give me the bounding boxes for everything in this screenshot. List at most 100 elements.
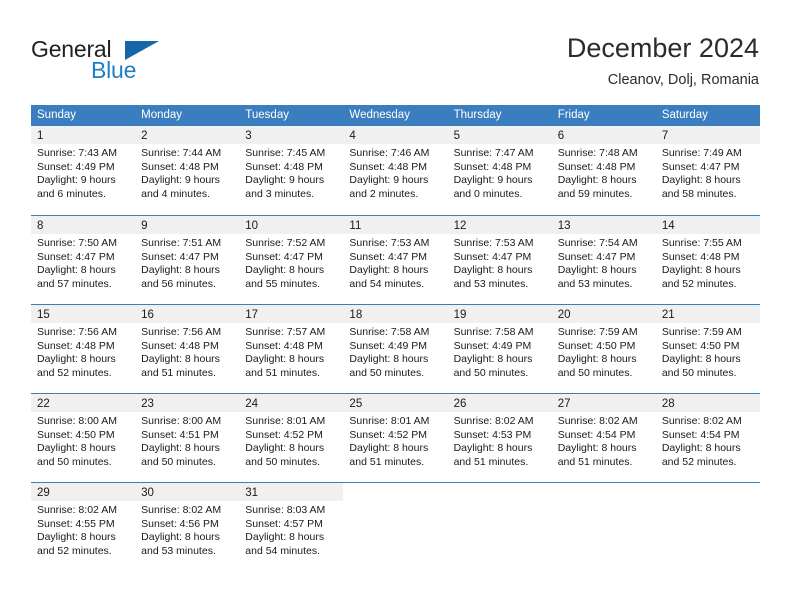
day-number: 8 bbox=[37, 220, 44, 232]
day-cell[interactable]: 9 Sunrise: 7:51 AM Sunset: 4:47 PM Dayli… bbox=[135, 216, 240, 304]
day-cell[interactable]: 30 Sunrise: 8:02 AM Sunset: 4:56 PM Dayl… bbox=[135, 483, 240, 568]
daylight-line2: and 57 minutes. bbox=[37, 277, 112, 290]
day-number-band: 2 bbox=[135, 126, 240, 144]
day-cell[interactable]: 15 Sunrise: 7:56 AM Sunset: 4:48 PM Dayl… bbox=[31, 305, 136, 393]
sunset-text: Sunset: 4:48 PM bbox=[349, 160, 428, 173]
day-cell[interactable]: 22 Sunrise: 8:00 AM Sunset: 4:50 PM Dayl… bbox=[31, 394, 136, 482]
day-number-band: 5 bbox=[447, 126, 552, 144]
day-cell[interactable]: 21 Sunrise: 7:59 AM Sunset: 4:50 PM Dayl… bbox=[655, 305, 760, 393]
day-cell[interactable]: 5 Sunrise: 7:47 AM Sunset: 4:48 PM Dayli… bbox=[447, 126, 552, 215]
day-cell[interactable]: 29 Sunrise: 8:02 AM Sunset: 4:55 PM Dayl… bbox=[31, 483, 136, 568]
day-cell[interactable]: 18 Sunrise: 7:58 AM Sunset: 4:49 PM Dayl… bbox=[343, 305, 448, 393]
day-cell[interactable]: 6 Sunrise: 7:48 AM Sunset: 4:48 PM Dayli… bbox=[551, 126, 656, 215]
day-info: Sunrise: 7:48 AM Sunset: 4:48 PM Dayligh… bbox=[552, 144, 656, 201]
day-number-band bbox=[656, 483, 760, 501]
day-cell[interactable]: 1 Sunrise: 7:43 AM Sunset: 4:49 PM Dayli… bbox=[31, 126, 136, 215]
day-number: 9 bbox=[141, 220, 148, 232]
day-cell[interactable]: 16 Sunrise: 7:56 AM Sunset: 4:48 PM Dayl… bbox=[135, 305, 240, 393]
day-cell[interactable]: 4 Sunrise: 7:46 AM Sunset: 4:48 PM Dayli… bbox=[343, 126, 448, 215]
sunrise-text: Sunrise: 8:02 AM bbox=[661, 415, 742, 427]
day-cell[interactable]: 20 Sunrise: 7:59 AM Sunset: 4:50 PM Dayl… bbox=[551, 305, 656, 393]
day-info: Sunrise: 7:59 AM Sunset: 4:50 PM Dayligh… bbox=[656, 323, 760, 380]
day-cell[interactable]: 2 Sunrise: 7:44 AM Sunset: 4:48 PM Dayli… bbox=[135, 126, 240, 215]
sunrise-text: Sunrise: 7:50 AM bbox=[37, 237, 117, 249]
day-cell[interactable]: 24 Sunrise: 8:01 AM Sunset: 4:52 PM Dayl… bbox=[239, 394, 344, 482]
daylight-line2: and 50 minutes. bbox=[349, 366, 425, 379]
day-cell[interactable]: 11 Sunrise: 7:53 AM Sunset: 4:47 PM Dayl… bbox=[343, 216, 448, 304]
day-number: 1 bbox=[37, 130, 44, 142]
daylight-line2: and 3 minutes. bbox=[245, 187, 315, 200]
daylight-line1: Daylight: 8 hours bbox=[141, 353, 220, 365]
day-info: Sunrise: 8:01 AM Sunset: 4:52 PM Dayligh… bbox=[343, 412, 447, 469]
day-number: 11 bbox=[349, 220, 362, 232]
daylight-line1: Daylight: 8 hours bbox=[557, 353, 637, 365]
sunrise-text: Sunrise: 7:49 AM bbox=[661, 147, 742, 159]
sunset-text: Sunset: 4:52 PM bbox=[349, 428, 428, 441]
sunrise-text: Sunrise: 7:57 AM bbox=[245, 326, 326, 338]
sunset-text: Sunset: 4:49 PM bbox=[453, 339, 532, 352]
daylight-line2: and 50 minutes. bbox=[661, 366, 737, 379]
day-number-band: 27 bbox=[551, 394, 656, 412]
day-number: 19 bbox=[453, 309, 467, 321]
sunrise-text: Sunrise: 7:59 AM bbox=[557, 326, 638, 338]
daylight-line2: and 56 minutes. bbox=[141, 277, 216, 290]
day-cell[interactable]: 19 Sunrise: 7:58 AM Sunset: 4:49 PM Dayl… bbox=[447, 305, 552, 393]
sunset-text: Sunset: 4:50 PM bbox=[661, 339, 740, 352]
daylight-line2: and 58 minutes. bbox=[661, 187, 737, 200]
day-cell[interactable]: 26 Sunrise: 8:02 AM Sunset: 4:53 PM Dayl… bbox=[447, 394, 552, 482]
week-row: 8 Sunrise: 7:50 AM Sunset: 4:47 PM Dayli… bbox=[31, 215, 760, 304]
day-number: 3 bbox=[245, 130, 252, 142]
day-cell-empty bbox=[448, 483, 552, 568]
day-cell[interactable]: 12 Sunrise: 7:53 AM Sunset: 4:47 PM Dayl… bbox=[447, 216, 552, 304]
sunset-text: Sunset: 4:57 PM bbox=[245, 517, 323, 530]
daylight-line1: Daylight: 8 hours bbox=[37, 442, 116, 454]
day-number-band bbox=[448, 483, 552, 501]
day-cell[interactable]: 28 Sunrise: 8:02 AM Sunset: 4:54 PM Dayl… bbox=[655, 394, 760, 482]
day-number: 15 bbox=[37, 309, 50, 321]
day-number-band: 4 bbox=[343, 126, 448, 144]
day-number: 26 bbox=[453, 398, 467, 410]
day-cell[interactable]: 27 Sunrise: 8:02 AM Sunset: 4:54 PM Dayl… bbox=[551, 394, 656, 482]
day-cell-empty bbox=[343, 483, 447, 568]
day-cell[interactable]: 23 Sunrise: 8:00 AM Sunset: 4:51 PM Dayl… bbox=[135, 394, 240, 482]
daylight-line1: Daylight: 8 hours bbox=[453, 264, 533, 276]
daylight-line1: Daylight: 8 hours bbox=[557, 174, 637, 186]
day-number: 12 bbox=[453, 220, 467, 232]
day-cell[interactable]: 31 Sunrise: 8:03 AM Sunset: 4:57 PM Dayl… bbox=[239, 483, 344, 568]
day-cell[interactable]: 25 Sunrise: 8:01 AM Sunset: 4:52 PM Dayl… bbox=[343, 394, 448, 482]
day-number-band: 25 bbox=[343, 394, 448, 412]
sunrise-text: Sunrise: 7:56 AM bbox=[37, 326, 117, 338]
daylight-line1: Daylight: 8 hours bbox=[349, 442, 429, 454]
week-row: 29 Sunrise: 8:02 AM Sunset: 4:55 PM Dayl… bbox=[31, 482, 760, 568]
daylight-line2: and 50 minutes. bbox=[37, 455, 112, 468]
sunset-text: Sunset: 4:47 PM bbox=[349, 250, 428, 263]
general-blue-logo[interactable]: General Blue bbox=[31, 36, 211, 88]
daylight-line1: Daylight: 8 hours bbox=[37, 264, 116, 276]
sunset-text: Sunset: 4:48 PM bbox=[141, 339, 219, 352]
daylight-line2: and 53 minutes. bbox=[453, 277, 529, 290]
sunset-text: Sunset: 4:47 PM bbox=[37, 250, 115, 263]
day-info: Sunrise: 7:54 AM Sunset: 4:47 PM Dayligh… bbox=[552, 234, 656, 291]
day-cell[interactable]: 14 Sunrise: 7:55 AM Sunset: 4:48 PM Dayl… bbox=[655, 216, 760, 304]
day-info: Sunrise: 7:55 AM Sunset: 4:48 PM Dayligh… bbox=[656, 234, 760, 291]
sunrise-text: Sunrise: 8:02 AM bbox=[141, 504, 222, 516]
daylight-line2: and 54 minutes. bbox=[245, 544, 320, 557]
day-info: Sunrise: 7:53 AM Sunset: 4:47 PM Dayligh… bbox=[448, 234, 552, 291]
day-number-band: 21 bbox=[655, 305, 760, 323]
day-cell[interactable]: 7 Sunrise: 7:49 AM Sunset: 4:47 PM Dayli… bbox=[655, 126, 760, 215]
day-number-band: 31 bbox=[239, 483, 344, 501]
day-cell[interactable]: 10 Sunrise: 7:52 AM Sunset: 4:47 PM Dayl… bbox=[239, 216, 344, 304]
daylight-line2: and 50 minutes. bbox=[245, 455, 320, 468]
day-number-band: 22 bbox=[31, 394, 136, 412]
day-number: 2 bbox=[141, 130, 148, 142]
day-number: 25 bbox=[349, 398, 363, 410]
day-cell[interactable]: 3 Sunrise: 7:45 AM Sunset: 4:48 PM Dayli… bbox=[239, 126, 344, 215]
day-cell[interactable]: 8 Sunrise: 7:50 AM Sunset: 4:47 PM Dayli… bbox=[31, 216, 136, 304]
day-cell[interactable]: 17 Sunrise: 7:57 AM Sunset: 4:48 PM Dayl… bbox=[239, 305, 344, 393]
day-number-band: 8 bbox=[31, 216, 136, 234]
sunset-text: Sunset: 4:55 PM bbox=[37, 517, 115, 530]
day-number-band: 14 bbox=[655, 216, 760, 234]
day-cell[interactable]: 13 Sunrise: 7:54 AM Sunset: 4:47 PM Dayl… bbox=[551, 216, 656, 304]
sunrise-text: Sunrise: 7:51 AM bbox=[141, 237, 222, 249]
daylight-line2: and 52 minutes. bbox=[661, 277, 737, 290]
